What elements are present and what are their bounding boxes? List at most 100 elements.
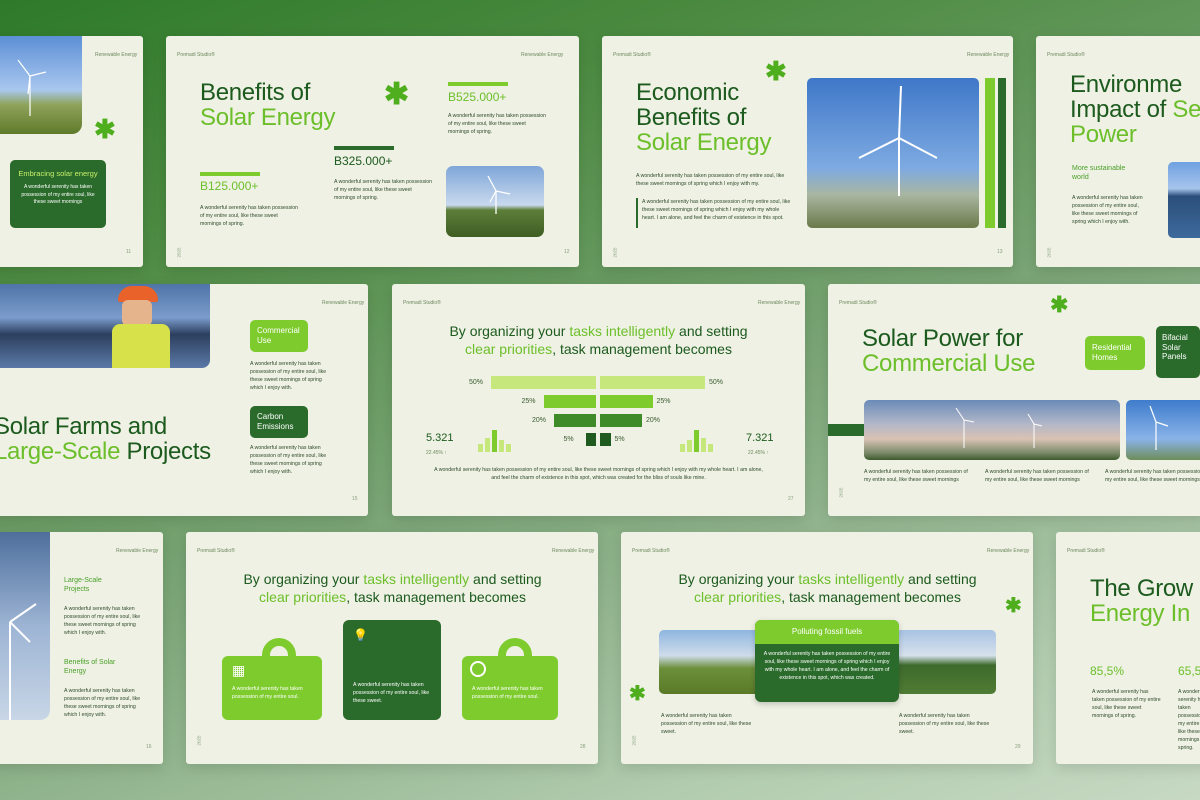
slide-30[interactable]: Premadi Studio® The Grow Energy In 85,5% … xyxy=(1056,532,1200,764)
slide-15[interactable]: Renewable Energy Commercial Use A wonder… xyxy=(0,284,368,516)
stat-bar-1 xyxy=(448,82,508,86)
fossil-card: Polluting fossil fuels A wonderful seren… xyxy=(755,620,899,702)
body-text: A wonderful serenity has taken possessio… xyxy=(636,173,785,188)
card-text-1: A wonderful serenity has taken possessio… xyxy=(232,686,303,700)
stat-text-1: A wonderful serenity has taken possessio… xyxy=(1092,689,1161,720)
bar-label-right: 50% xyxy=(709,379,724,386)
worker-photo xyxy=(0,284,210,368)
page-number: 27 xyxy=(788,496,794,502)
slide-commercial[interactable]: Premadi Studio® ✱ Solar Power for Commerc… xyxy=(828,284,1200,516)
eco-plug-icon xyxy=(470,661,486,677)
page-number: 16 xyxy=(146,744,152,750)
year-label: 2025 xyxy=(612,247,618,258)
stat-value-2: 65,5 xyxy=(1178,664,1200,678)
card-text-3: A wonderful serenity has taken possessio… xyxy=(472,686,543,700)
badge-bifacial: Bifacial Solar Panels xyxy=(1156,326,1200,378)
slide-title: Economic Benefits of Solar Energy xyxy=(636,79,772,157)
callout-title: Embracing solar energy xyxy=(18,169,98,178)
bar-label-right: 25% xyxy=(656,398,671,405)
fossil-card-title: Polluting fossil fuels xyxy=(755,620,899,644)
bar-right xyxy=(600,395,653,408)
page-number: 13 xyxy=(997,249,1003,255)
category-label: Renewable Energy xyxy=(967,52,1010,58)
card-2: 💡 A wonderful serenity has taken possess… xyxy=(343,620,441,720)
slide-28[interactable]: Premadi Studio® Renewable Energy By orga… xyxy=(186,532,598,764)
wind-turbine-photo xyxy=(0,36,82,134)
bar-label-left: 25% xyxy=(521,398,536,405)
stat-text-1: A wonderful serenity has taken possessio… xyxy=(448,113,547,136)
body-text-2: A wonderful serenity has taken possessio… xyxy=(899,713,990,736)
category-label: Renewable Energy xyxy=(758,300,801,306)
stat-value-1: 85,5% xyxy=(1090,664,1125,678)
body-text-3: A wonderful serenity has taken possessio… xyxy=(1105,469,1200,484)
accent-bar-dark xyxy=(998,78,1006,228)
solar-panel-icon: ▦ xyxy=(232,662,246,678)
badge-carbon: Carbon Emissions xyxy=(250,406,308,438)
fossil-card-text: A wonderful serenity has taken possessio… xyxy=(763,651,891,682)
brand-label: Premadi Studio® xyxy=(403,300,441,306)
slide-heading: By organizing your tasks intelligently a… xyxy=(449,323,748,358)
slide-11[interactable]: Renewable Energy ✱ Embracing solar energ… xyxy=(0,36,143,267)
slide-title: The Grow Energy In xyxy=(1090,575,1193,628)
bar-label-right: 5% xyxy=(614,436,625,443)
asterisk-icon: ✱ xyxy=(1050,292,1069,317)
slide-27[interactable]: Premadi Studio® Renewable Energy By orga… xyxy=(392,284,805,516)
subheading: More sustainable world xyxy=(1072,165,1126,182)
stat-text-2: A wonderful serenity has taken possessio… xyxy=(334,179,433,202)
bar-left xyxy=(543,395,596,408)
quote-text: A wonderful serenity has taken possessio… xyxy=(642,199,791,222)
chart-caption: A wonderful serenity has taken possessio… xyxy=(434,467,763,482)
slide-29[interactable]: Premadi Studio® Renewable Energy By orga… xyxy=(621,532,1033,764)
left-stat-pct: 22.45% ↑ xyxy=(426,450,447,456)
slide-12[interactable]: Premadi Studio® Renewable Energy Benefit… xyxy=(166,36,579,267)
brand-label: Premadi Studio® xyxy=(839,300,877,306)
solar-panel-photo xyxy=(1168,162,1200,238)
stat-bar-3 xyxy=(200,172,260,176)
item-heading-2: Benefits of Solar Energy xyxy=(64,659,116,676)
page-number: 11 xyxy=(126,249,132,255)
slide-16[interactable]: Renewable Energy Large-Scale Projects A … xyxy=(0,532,163,764)
category-label: Renewable Energy xyxy=(552,548,595,554)
year-label: 2025 xyxy=(838,487,844,498)
brand-label: Premadi Studio® xyxy=(1047,52,1085,58)
slide-14[interactable]: Premadi Studio® Environme Impact of Se P… xyxy=(1036,36,1200,267)
bar-left xyxy=(585,433,596,446)
item-text-2: A wonderful serenity has taken possessio… xyxy=(64,688,141,719)
slide-title: Solar Power for Commercial Use xyxy=(862,325,1036,378)
slide-heading: By organizing your tasks intelligently a… xyxy=(243,571,542,606)
lightbulb-icon: 💡 xyxy=(353,628,368,642)
item-text-1: A wonderful serenity has taken possessio… xyxy=(64,606,141,637)
year-label: 2025 xyxy=(631,735,637,746)
bar-label-left: 20% xyxy=(532,417,547,424)
slide-title: Benefits of Solar Energy xyxy=(200,79,336,132)
page-number: 15 xyxy=(352,496,358,502)
bar-label-right: 20% xyxy=(646,417,661,424)
turbines-sunset-photo xyxy=(864,400,1120,460)
brand-label: Premadi Studio® xyxy=(177,52,215,58)
asterisk-icon: ✱ xyxy=(94,114,116,144)
wind-turbine-photo xyxy=(807,78,979,228)
asterisk-icon-2: ✱ xyxy=(629,683,646,705)
slide-13[interactable]: Premadi Studio® Renewable Energy ✱ Econo… xyxy=(602,36,1013,267)
turbine-tall-photo xyxy=(0,532,50,720)
year-label: 2025 xyxy=(196,735,202,746)
turbine-photo-2 xyxy=(1126,400,1200,460)
category-label: Renewable Energy xyxy=(95,52,138,58)
card-1: ▦ A wonderful serenity has taken possess… xyxy=(222,656,322,720)
bar-right xyxy=(600,433,611,446)
body-text-2: A wonderful serenity has taken possessio… xyxy=(250,445,327,476)
right-mini-bars xyxy=(680,430,720,452)
page-number: 29 xyxy=(1015,744,1021,750)
body-text-1: A wonderful serenity has taken possessio… xyxy=(661,713,752,736)
brand-label: Premadi Studio® xyxy=(632,548,670,554)
forest-photo xyxy=(896,630,996,694)
butterfly-chart: 50% 50% 25% 25% 20% 20% 5% 5% xyxy=(392,376,805,456)
right-stat-value: 7.321 xyxy=(746,432,774,444)
bar-left xyxy=(554,414,596,427)
category-label: Renewable Energy xyxy=(116,548,159,554)
bar-right xyxy=(600,376,705,389)
slide-heading: By organizing your tasks intelligently a… xyxy=(678,571,977,606)
asterisk-icon: ✱ xyxy=(1005,595,1022,617)
badge-commercial: Commercial Use xyxy=(250,320,308,352)
left-stat-value: 5.321 xyxy=(426,432,454,444)
